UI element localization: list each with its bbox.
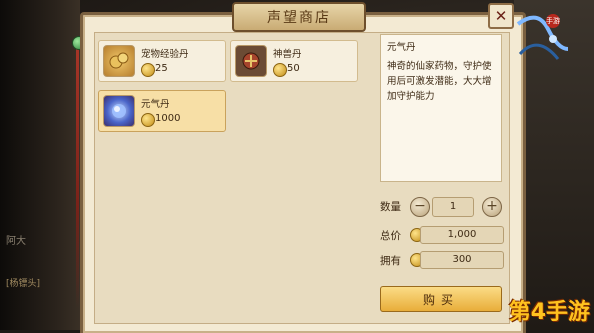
background-npc-title: [杨镖头]	[6, 279, 41, 289]
item-price: 50	[287, 63, 300, 74]
shop-title-plaque: 声望商店	[232, 2, 366, 32]
game-logo	[508, 4, 580, 74]
total-label: 总价	[380, 230, 401, 242]
item-name: 宠物经验丹	[141, 49, 189, 60]
quantity-label: 数量	[380, 201, 401, 213]
coin-icon	[141, 63, 155, 77]
shop-item-divine-beast-pill[interactable]: 神兽丹 50	[230, 40, 358, 82]
shop-title: 声望商店	[267, 10, 331, 26]
description-title: 元气丹	[387, 42, 416, 53]
item-price: 1000	[155, 113, 181, 124]
owned-label: 拥有	[380, 255, 401, 267]
shop-item-vitality-pill[interactable]: 元气丹 1000	[98, 90, 226, 132]
decrease-quantity-button[interactable]: −	[410, 197, 430, 217]
buy-button[interactable]: 购买	[380, 286, 502, 312]
item-name: 元气丹	[141, 99, 170, 110]
site-watermark: 第4手游	[508, 300, 590, 325]
logo-tag: 手游	[546, 14, 560, 28]
item-name: 神兽丹	[273, 49, 302, 60]
shop-item-pet-exp-pill[interactable]: 宠物经验丹 25	[98, 40, 226, 82]
item-description-panel: 元气丹 神奇的仙家药物，守护使用后可激发潜能，大大增加守护能力	[380, 34, 502, 182]
background-npc-name: 阿大	[6, 236, 26, 247]
item-price: 25	[155, 63, 168, 74]
tassel-decoration	[76, 48, 79, 308]
vitality-pill-icon	[103, 95, 135, 127]
total-price: 1,000	[420, 226, 504, 244]
quantity-input[interactable]: 1	[432, 197, 474, 217]
increase-quantity-button[interactable]: +	[482, 197, 502, 217]
pet-exp-pill-icon	[103, 45, 135, 77]
coin-icon	[141, 113, 155, 127]
description-text: 神奇的仙家药物，守护使用后可激发潜能，大大增加守护能力	[387, 61, 492, 102]
coin-icon	[273, 63, 287, 77]
divine-beast-pill-icon	[235, 45, 267, 77]
owned-amount: 300	[420, 251, 504, 269]
